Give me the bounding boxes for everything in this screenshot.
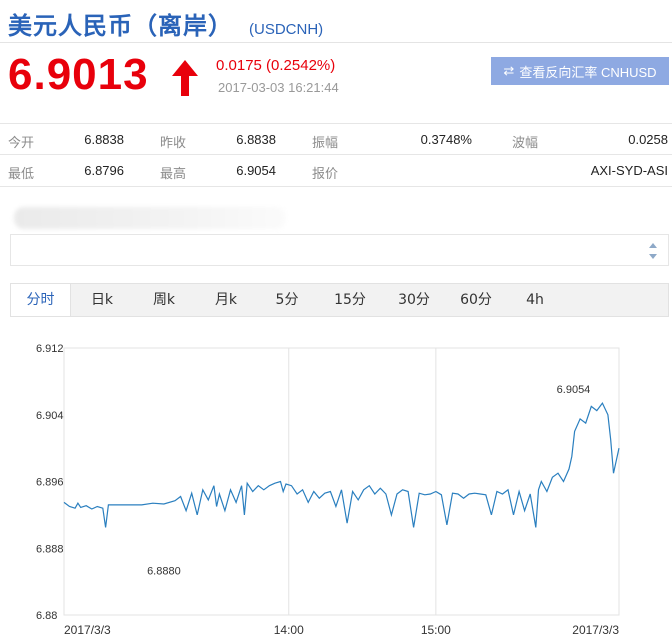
y-tick-label: 6.912 — [36, 343, 64, 355]
blurred-banner — [14, 207, 286, 229]
wave-label: 波幅 — [512, 136, 539, 151]
tab-4h[interactable]: 4h — [507, 284, 563, 316]
open-value: 6.8838 — [84, 132, 124, 147]
tab-daily-k[interactable]: 日k — [71, 284, 133, 316]
open-label: 今开 — [8, 136, 35, 151]
quote-source-value: AXI-SYD-ASI — [590, 163, 668, 178]
y-tick-label: 6.896 — [36, 477, 64, 489]
reverse-rate-label: 查看反向汇率 CNHUSD — [519, 64, 657, 80]
amplitude-label: 振幅 — [312, 136, 339, 151]
swap-arrows-icon: ⇄ — [503, 63, 515, 78]
price-change: 0.0175 (0.2542%) — [216, 57, 336, 74]
prev-close-label: 昨收 — [160, 136, 187, 151]
stats-row: 最低 6.8796 最高 6.9054 报价 AXI-SYD-ASI — [0, 155, 672, 187]
tab-30min[interactable]: 30分 — [383, 284, 445, 316]
x-tick-label: 14:00 — [274, 623, 304, 637]
low-label: 最低 — [8, 167, 35, 182]
reverse-rate-button[interactable]: ⇄ 查看反向汇率 CNHUSD — [491, 57, 669, 85]
wave-value: 0.0258 — [628, 132, 668, 147]
ticker-box — [10, 234, 669, 266]
tab-weekly-k[interactable]: 周k — [133, 284, 195, 316]
prev-close-value: 6.8838 — [236, 132, 276, 147]
up-arrow-icon — [172, 60, 198, 96]
symbol-label: (USDCNH) — [249, 21, 324, 38]
current-price: 6.9013 — [8, 50, 149, 99]
stats-table: 今开 6.8838 昨收 6.8838 振幅 0.3748% 波幅 0.0258… — [0, 123, 672, 187]
y-tick-label: 6.904 — [36, 410, 64, 422]
tab-monthly-k[interactable]: 月k — [195, 284, 257, 316]
title-divider — [0, 42, 672, 43]
x-tick-label: 2017/3/3 — [64, 623, 111, 637]
quote-source-label: 报价 — [312, 167, 339, 182]
page-title: 美元人民币（离岸） — [8, 12, 233, 40]
high-value: 6.9054 — [236, 163, 276, 178]
x-tick-label: 15:00 — [421, 623, 451, 637]
y-tick-label: 6.888 — [36, 543, 64, 555]
high-label: 最高 — [160, 167, 187, 182]
tab-5min[interactable]: 5分 — [257, 284, 317, 316]
low-value: 6.8796 — [84, 163, 124, 178]
scroll-arrows-icon[interactable] — [648, 241, 658, 261]
title-row: 美元人民币（离岸） (USDCNH) — [8, 6, 324, 40]
tab-15min[interactable]: 15分 — [317, 284, 383, 316]
amplitude-value: 0.3748% — [420, 132, 472, 147]
quote-timestamp: 2017-03-03 16:21:44 — [218, 80, 339, 95]
tab-60min[interactable]: 60分 — [445, 284, 507, 316]
x-tick-label: 2017/3/3 — [572, 623, 619, 637]
data-annotation: 6.8880 — [147, 565, 181, 577]
stats-row: 今开 6.8838 昨收 6.8838 振幅 0.3748% 波幅 0.0258 — [0, 123, 672, 155]
chart-tabs: 分时 日k 周k 月k 5分 15分 30分 60分 4h — [10, 283, 669, 317]
series-line — [63, 401, 620, 528]
y-tick-label: 6.88 — [36, 610, 57, 622]
intraday-chart: 6.912 6.904 6.896 6.888 6.88 2017/3/3 14:00 15… — [36, 343, 620, 637]
tab-intraday[interactable]: 分时 — [11, 284, 71, 316]
data-annotation: 6.9054 — [557, 384, 591, 396]
